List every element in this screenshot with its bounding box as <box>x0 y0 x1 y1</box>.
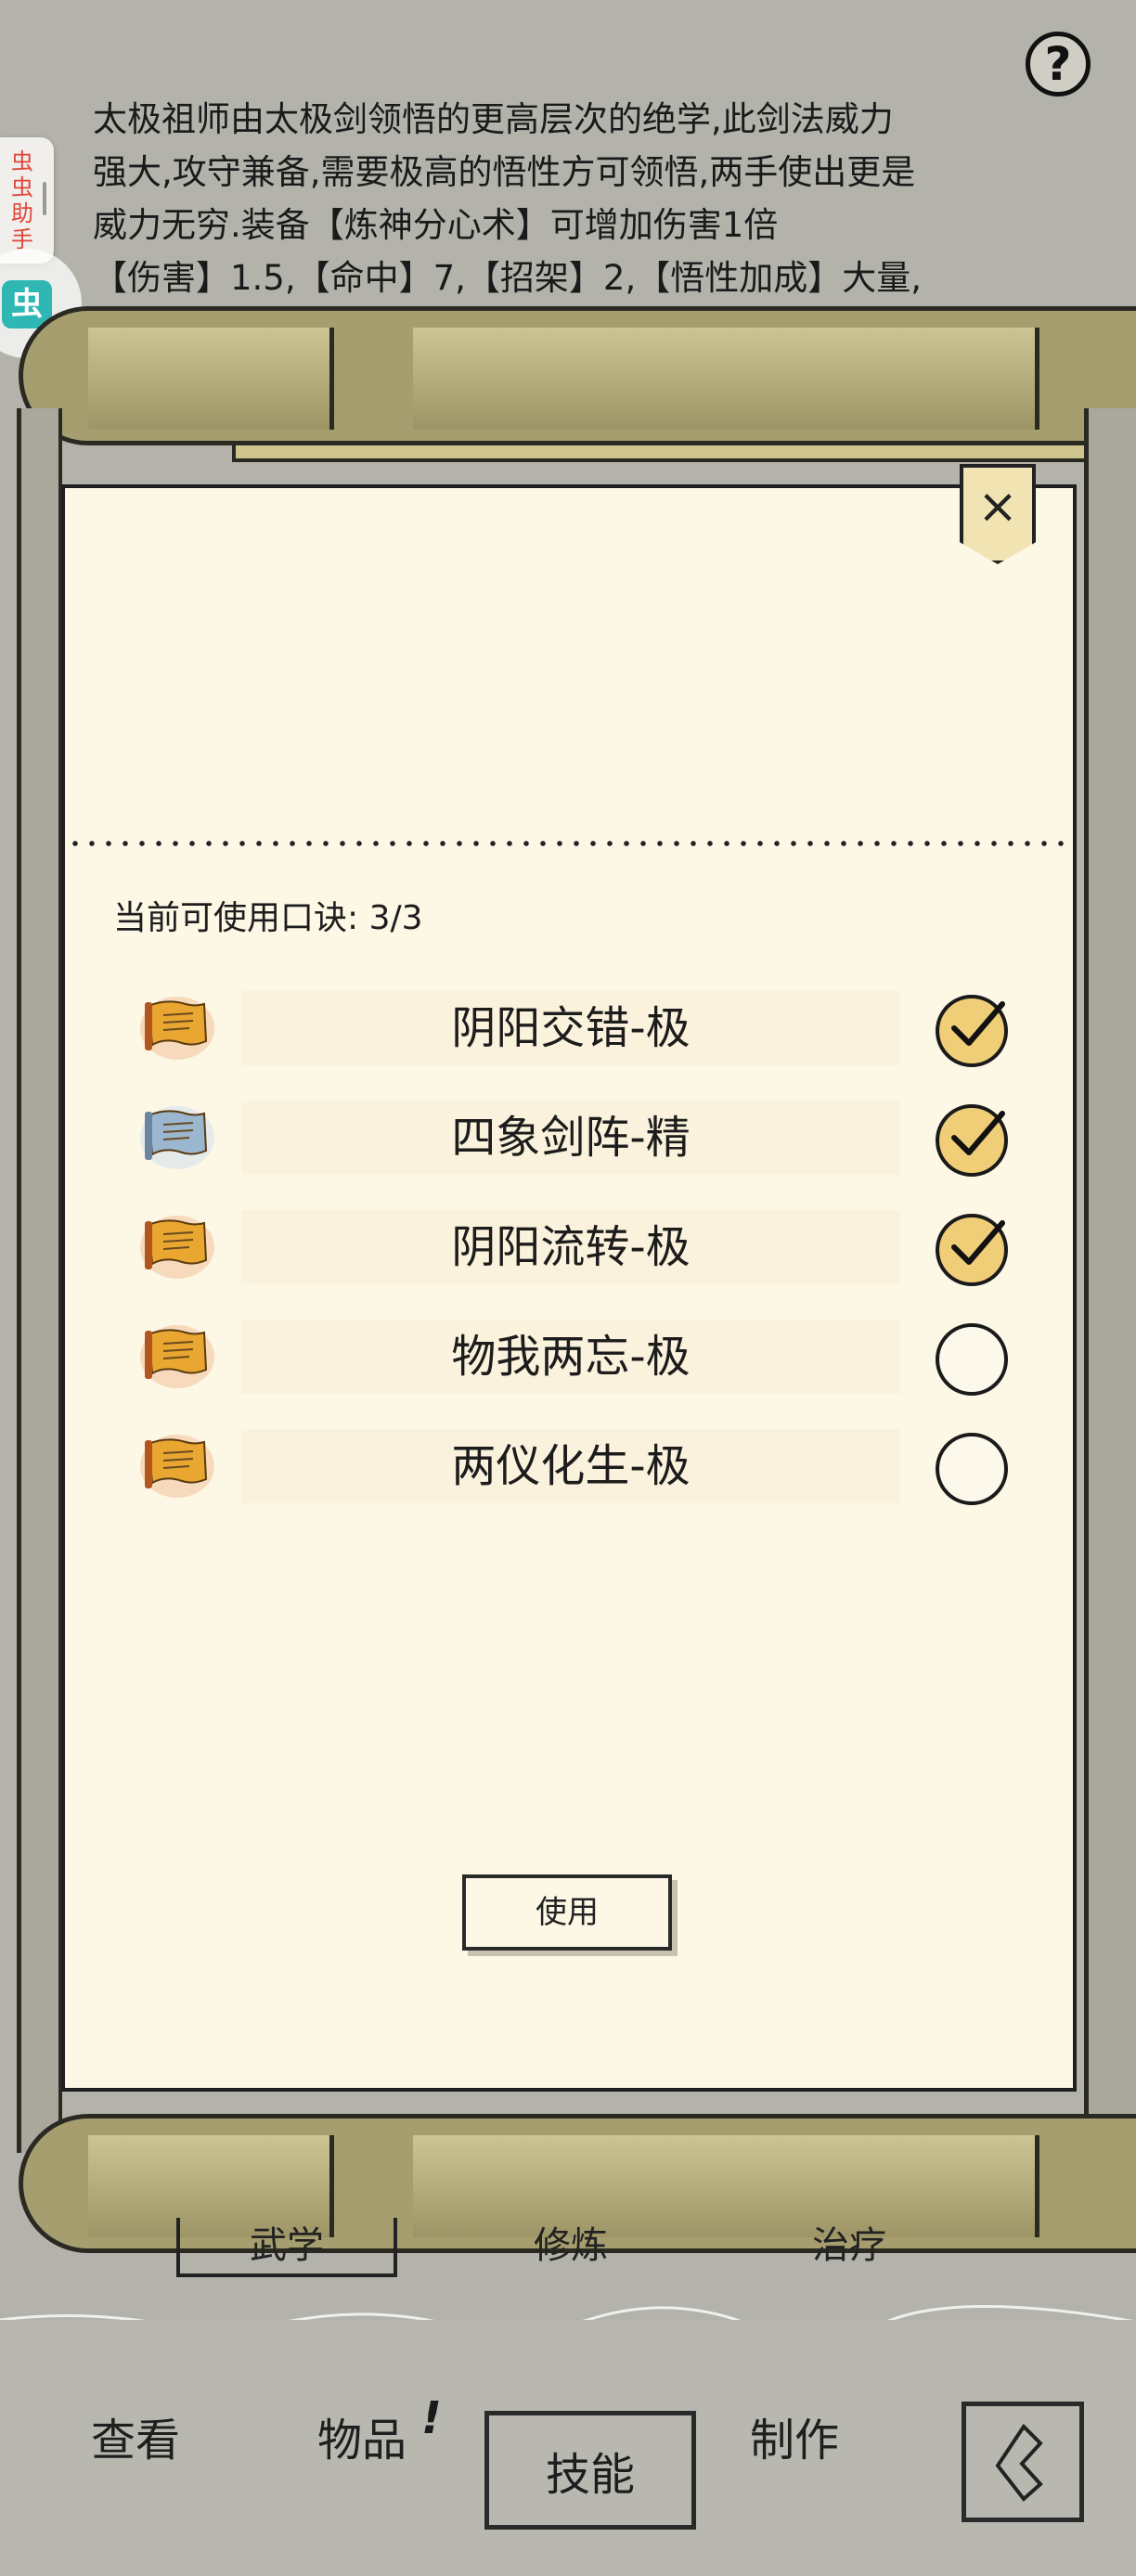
back-button[interactable] <box>962 2402 1084 2522</box>
items-alert-badge: ! <box>421 2392 442 2444</box>
available-count: 3/3 <box>368 899 423 937</box>
help-button[interactable]: ? <box>1026 32 1091 97</box>
assistant-tab[interactable]: 虫虫助手 <box>0 137 54 264</box>
nav-view[interactable]: 查看 <box>43 2403 228 2468</box>
back-arrow-icon <box>995 2423 1043 2502</box>
empty-circle-icon[interactable] <box>936 1433 1008 1505</box>
scroll-gold-icon <box>139 993 215 1063</box>
empty-circle-icon[interactable] <box>936 1323 1008 1396</box>
nav-skills[interactable]: 技能 <box>484 2411 696 2530</box>
formula-row[interactable]: 阴阳交错-极 <box>130 984 1012 1073</box>
checkmark-icon[interactable] <box>936 995 1008 1067</box>
formula-row[interactable]: 物我两忘-极 <box>130 1312 1012 1401</box>
tab-martial-arts[interactable]: 武学 <box>176 2218 397 2277</box>
checkmark-icon[interactable] <box>936 1104 1008 1177</box>
assistant-label: 虫虫助手 <box>11 148 33 252</box>
available-label: 当前可使用口诀: <box>113 899 359 937</box>
tab-healing[interactable]: 治疗 <box>742 2218 956 2273</box>
formula-name: 阴阳流转-极 <box>241 1210 900 1284</box>
use-button[interactable]: 使用 <box>462 1874 672 1951</box>
scroll-blue-icon <box>139 1102 215 1173</box>
checkmark-icon[interactable] <box>936 1214 1008 1286</box>
scroll-rod-left <box>17 408 62 2153</box>
scroll-gold-icon <box>139 1212 215 1282</box>
nav-craft[interactable]: 制作 <box>702 2403 887 2468</box>
close-icon: × <box>977 479 1018 535</box>
scroll-rod-right <box>1084 408 1136 2153</box>
available-formulas: 当前可使用口诀: 3/3 <box>113 891 423 939</box>
dotted-divider <box>67 841 1069 846</box>
nav-skills-label: 技能 <box>545 2449 635 2501</box>
formula-row[interactable]: 四象剑阵-精 <box>130 1093 1012 1182</box>
formula-row[interactable]: 阴阳流转-极 <box>130 1203 1012 1292</box>
scroll-gold-icon <box>139 1431 215 1501</box>
scroll-gold-icon <box>139 1321 215 1392</box>
tab-training[interactable]: 修炼 <box>464 2218 678 2273</box>
formula-name: 物我两忘-极 <box>241 1320 900 1394</box>
question-icon: ? <box>1044 37 1072 91</box>
scroll-roller-top <box>19 306 1136 445</box>
formula-name: 四象剑阵-精 <box>241 1101 900 1175</box>
formula-name: 阴阳交错-极 <box>241 991 900 1065</box>
formula-name: 两仪化生-极 <box>241 1429 900 1503</box>
formula-row[interactable]: 两仪化生-极 <box>130 1422 1012 1511</box>
assistant-handle-icon <box>43 182 46 215</box>
